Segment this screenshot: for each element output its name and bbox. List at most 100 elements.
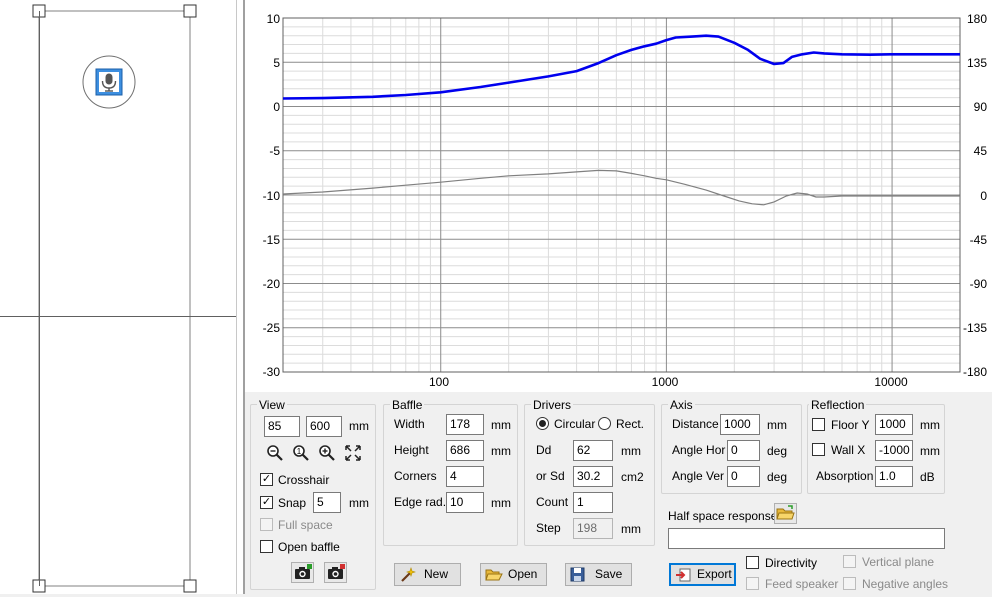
y-left-tick: -15	[262, 233, 280, 247]
baffle-width-label: Width	[394, 417, 425, 431]
wall-checkbox[interactable]	[812, 443, 825, 456]
baffle-width-input[interactable]: 178	[446, 414, 484, 435]
floor-checkbox[interactable]	[812, 418, 825, 431]
baffle-edge-label: Edge rad.	[394, 495, 447, 509]
y-left-tick: -25	[262, 321, 280, 335]
floor-unit: mm	[920, 418, 940, 432]
open-button-label: Open	[508, 567, 538, 581]
y-left-tick: 10	[266, 12, 280, 26]
export-button[interactable]: Export	[669, 563, 736, 586]
x-tick: 100	[428, 375, 450, 389]
step-unit: mm	[621, 522, 641, 536]
zoom-fit-icon[interactable]: 1	[292, 444, 310, 462]
camera-delete-icon	[328, 564, 345, 579]
fullscreen-icon[interactable]	[344, 444, 362, 462]
baffle-height-unit: mm	[491, 444, 511, 458]
wall-input[interactable]: -1000	[875, 440, 913, 461]
crosshair-checkbox[interactable]: ✓	[260, 473, 273, 486]
baffle-height-input[interactable]: 686	[446, 440, 484, 461]
count-input[interactable]: 1	[573, 492, 613, 513]
baffle-drawing	[0, 4, 236, 593]
view-group-title: View	[257, 398, 287, 412]
view-value-2-input[interactable]: 600	[306, 416, 342, 437]
y-left-tick: -5	[269, 144, 280, 158]
open-button[interactable]: Open	[480, 563, 547, 586]
baffle-edge-input[interactable]: 10	[446, 492, 484, 513]
circular-label: Circular	[554, 417, 596, 431]
frequency-response-graph[interactable]: 10 5 0 -5 -10 -15 -20 -25 -30 180 135 90…	[245, 0, 992, 392]
step-input[interactable]: 198	[573, 518, 613, 539]
vertical-plane-label: Vertical plane	[862, 555, 935, 569]
vertical-plane-checkbox[interactable]	[843, 555, 856, 568]
sd-label: or Sd	[536, 469, 565, 483]
angle-hor-input[interactable]: 0	[727, 440, 760, 461]
absorption-label: Absorption	[816, 469, 874, 483]
dd-unit: mm	[621, 444, 641, 458]
baffle-canvas[interactable]	[0, 0, 244, 594]
absorption-unit: dB	[920, 470, 935, 484]
save-button-label: Save	[595, 567, 623, 581]
axis-group-title: Axis	[668, 398, 695, 412]
folder-open-icon	[776, 505, 795, 520]
add-snapshot-button[interactable]	[291, 562, 314, 583]
view-value-1-input[interactable]: 85	[264, 416, 300, 437]
directivity-label: Directivity	[765, 556, 818, 570]
distance-input[interactable]: 1000	[720, 414, 760, 435]
half-space-label: Half space response	[668, 509, 778, 523]
zoom-in-icon[interactable]	[318, 444, 336, 462]
crosshair-label: Crosshair	[278, 473, 330, 487]
new-button-label: New	[424, 567, 449, 581]
directivity-checkbox[interactable]	[746, 556, 759, 569]
open-baffle-checkbox[interactable]	[260, 540, 273, 553]
new-button[interactable]: New	[394, 563, 461, 586]
y-right-tick: 135	[966, 56, 987, 70]
y-right-tick: -135	[962, 321, 987, 335]
dd-label: Dd	[536, 443, 552, 457]
y-right-tick: -90	[969, 277, 987, 291]
negative-angles-checkbox[interactable]	[843, 577, 856, 590]
floor-input[interactable]: 1000	[875, 414, 913, 435]
full-space-checkbox[interactable]	[260, 518, 273, 531]
rect-radio[interactable]	[598, 417, 611, 430]
zoom-out-icon[interactable]	[266, 444, 284, 462]
resize-handle-top-right	[183, 4, 197, 18]
baffle-corners-input[interactable]: 4	[446, 466, 484, 487]
absorption-input[interactable]: 1.0	[875, 466, 913, 487]
baffle-width-unit: mm	[491, 418, 511, 432]
save-button[interactable]: Save	[565, 563, 632, 586]
step-label: Step	[536, 521, 561, 535]
sd-input[interactable]: 30.2	[573, 466, 613, 487]
y-right-tick: -180	[962, 365, 987, 379]
x-tick: 10000	[874, 375, 908, 389]
reflection-group-title: Reflection	[809, 398, 867, 412]
angle-hor-label: Angle Hor	[672, 443, 726, 457]
floppy-disk-icon	[570, 567, 585, 582]
feed-speaker-label: Feed speaker	[765, 577, 839, 591]
half-space-input[interactable]	[668, 528, 945, 549]
angle-ver-input[interactable]: 0	[727, 466, 760, 487]
snap-unit: mm	[349, 496, 369, 510]
dd-input[interactable]: 62	[573, 440, 613, 461]
baffle-group-title: Baffle	[390, 398, 425, 412]
distance-unit: mm	[767, 418, 787, 432]
magic-wand-icon	[401, 567, 416, 582]
canvas-separator	[236, 0, 237, 594]
half-space-open-button[interactable]	[774, 503, 797, 524]
microphone-icon	[95, 68, 123, 96]
y-left-tick: -10	[262, 189, 280, 203]
baffle-edge-unit: mm	[491, 496, 511, 510]
y-right-tick: -45	[969, 233, 987, 247]
snap-checkbox[interactable]: ✓	[260, 496, 273, 509]
graph-plot	[282, 17, 961, 373]
wall-label: Wall X	[831, 443, 866, 457]
y-left-tick: 5	[273, 56, 280, 70]
circular-radio[interactable]	[536, 417, 549, 430]
y-right-tick: 0	[980, 189, 987, 203]
snap-input[interactable]: 5	[313, 492, 341, 513]
delete-snapshot-button[interactable]	[324, 562, 347, 583]
angle-hor-unit: deg	[767, 444, 788, 458]
feed-speaker-checkbox[interactable]	[746, 577, 759, 590]
count-label: Count	[536, 495, 569, 509]
rect-label: Rect.	[616, 417, 645, 431]
wall-unit: mm	[920, 444, 940, 458]
